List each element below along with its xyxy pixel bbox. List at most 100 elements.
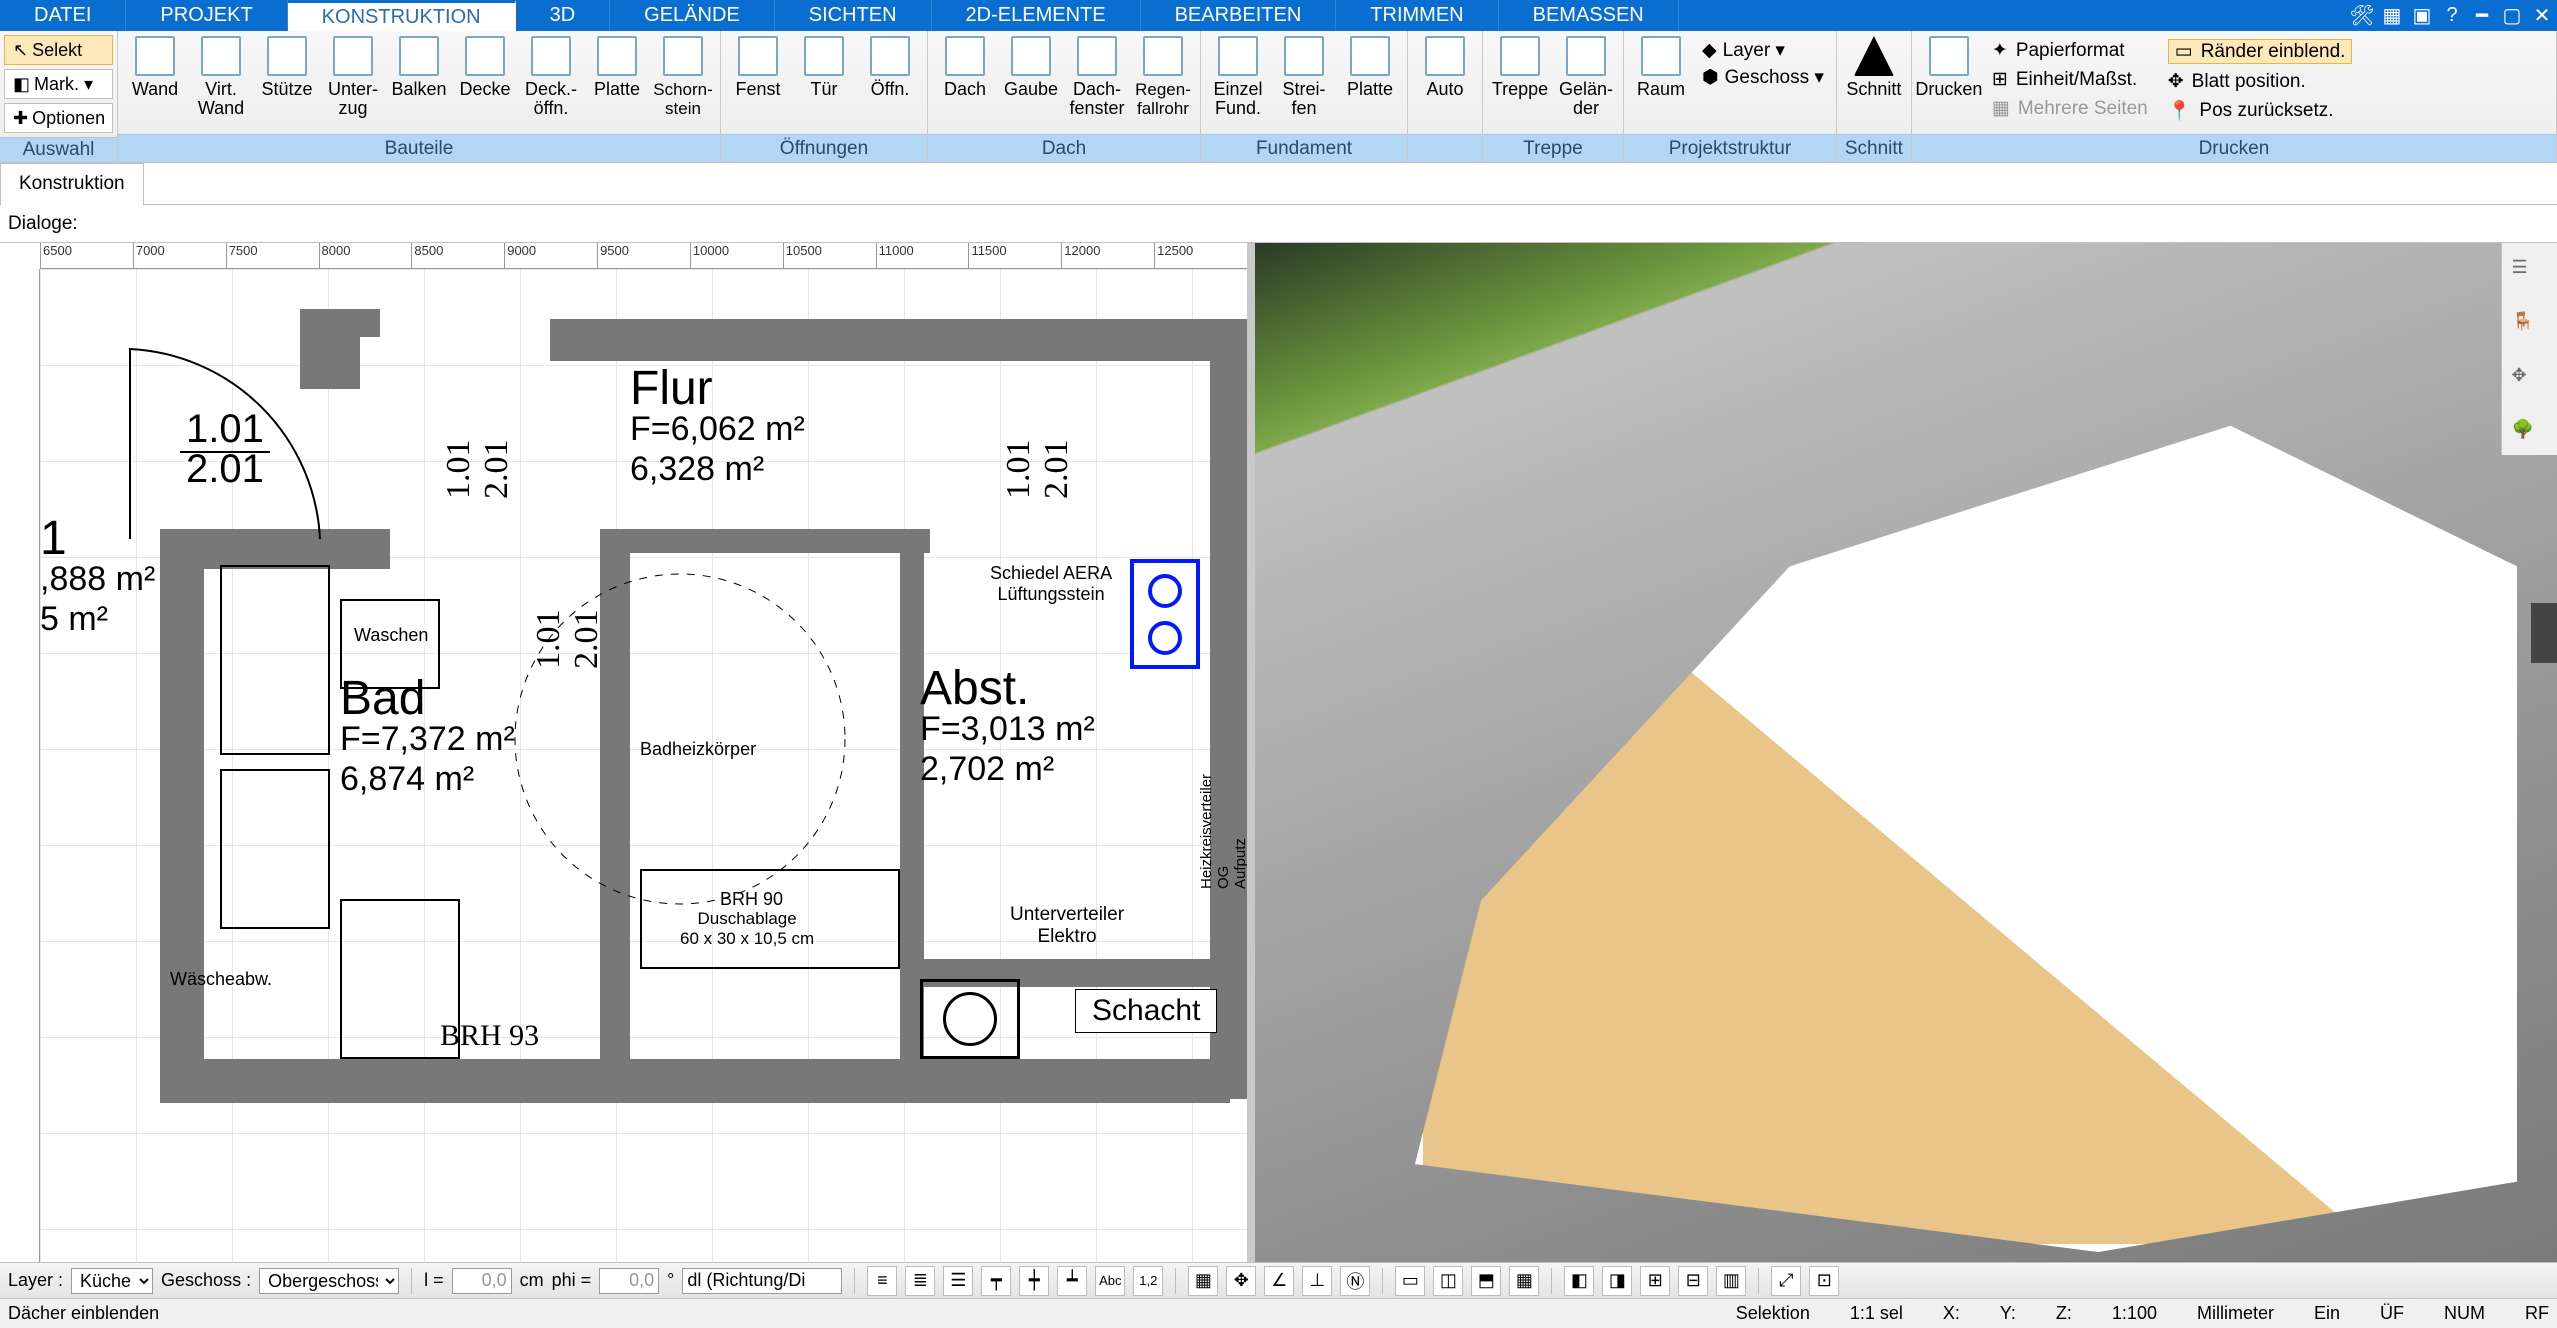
status-ratio: 1:1 sel [1850, 1303, 1903, 1324]
status-selektion: Selektion [1736, 1303, 1810, 1324]
maximize-icon[interactable]: ▢ [2497, 0, 2527, 31]
mode-4-icon[interactable]: ⊟ [1678, 1266, 1708, 1296]
zoom-extents-icon[interactable]: ⤢ [1771, 1266, 1801, 1296]
auto-button[interactable]: Auto [1412, 33, 1478, 133]
tab-projekt[interactable]: PROJEKT [126, 0, 287, 31]
mehrere-seiten-button[interactable]: ▦ Mehrere Seiten [1992, 97, 2148, 120]
gelaender-button[interactable]: Gelän- der [1553, 33, 1619, 133]
help-icon[interactable]: ? [2437, 0, 2467, 31]
tab-2d-elemente[interactable]: 2D-ELEMENTE [932, 0, 1141, 31]
bottom-toolbar: Layer : Küche Geschoss : Obergeschoss l … [0, 1262, 2557, 1298]
unterzug-button[interactable]: Unter- zug [320, 33, 386, 133]
phi-input[interactable] [599, 1268, 659, 1294]
platte-button[interactable]: Platte [584, 33, 650, 133]
status-z: Z: [2056, 1303, 2072, 1324]
treppe-button[interactable]: Treppe [1487, 33, 1553, 133]
geschoss-select[interactable]: Obergeschoss [259, 1268, 399, 1294]
platte2-button[interactable]: Platte [1337, 33, 1403, 133]
raum-button[interactable]: Raum [1628, 33, 1694, 133]
mode-1-icon[interactable]: ◧ [1564, 1266, 1594, 1296]
angle-icon[interactable]: ∠ [1264, 1266, 1294, 1296]
gaube-button[interactable]: Gaube [998, 33, 1064, 133]
move-icon[interactable]: ✥ [2512, 365, 2548, 401]
zoom-window-icon[interactable]: ⊡ [1809, 1266, 1839, 1296]
layout-icon[interactable]: ▦ [2377, 0, 2407, 31]
tree-icon[interactable]: 🌳 [2512, 419, 2548, 455]
virtwand-button[interactable]: Virt. Wand [188, 33, 254, 133]
layers-icon[interactable]: ☰ [2512, 257, 2548, 293]
selekt-button[interactable]: ↖ Selekt [4, 35, 113, 65]
room-bad-label: Bad F=7,372 m² 6,874 m² [340, 679, 515, 799]
view-split-h-icon[interactable]: ◫ [1433, 1266, 1463, 1296]
einheit-button[interactable]: ⊞ Einheit/Maßst. [1992, 68, 2148, 91]
regenfallrohr-button[interactable]: Regen- fallrohr [1130, 33, 1196, 133]
snap-icon[interactable]: ✥ [1226, 1266, 1256, 1296]
view-2d[interactable]: 650070007500 800085009000 95001000010500… [0, 243, 1255, 1262]
dl-input[interactable] [682, 1268, 842, 1294]
perp-icon[interactable]: ⊥ [1302, 1266, 1332, 1296]
circle-n-icon[interactable]: Ⓝ [1340, 1266, 1370, 1296]
mode-5-icon[interactable]: ▥ [1716, 1266, 1746, 1296]
oeffnung-button[interactable]: Öffn. [857, 33, 923, 133]
view-split-v-icon[interactable]: ⬒ [1471, 1266, 1501, 1296]
stuetze-button[interactable]: Stütze [254, 33, 320, 133]
view-single-icon[interactable]: ▭ [1395, 1266, 1425, 1296]
layer-select[interactable]: Küche [71, 1268, 153, 1294]
optionen-button[interactable]: ✚ Optionen [4, 103, 113, 133]
drucken-button[interactable]: Drucken [1916, 33, 1982, 133]
tab-trimmen[interactable]: TRIMMEN [1336, 0, 1498, 31]
raender-button[interactable]: ▭ Ränder einblend. [2168, 39, 2353, 64]
einzelfund-button[interactable]: Einzel Fund. [1205, 33, 1271, 133]
align-bot-icon[interactable]: ┷ [1057, 1266, 1087, 1296]
mode-2-icon[interactable]: ◨ [1602, 1266, 1632, 1296]
tab-konstruktion[interactable]: KONSTRUKTION [288, 0, 516, 31]
dach-button[interactable]: Dach [932, 33, 998, 133]
floorplan-canvas[interactable]: Flur F=6,062 m² 6,328 m² Bad F=7,372 m² … [40, 269, 1247, 1262]
schnitt-button[interactable]: Schnitt [1841, 33, 1907, 133]
papierformat-button[interactable]: ✦ Papierformat [1992, 39, 2148, 62]
blattpos-button[interactable]: ✥ Blatt position. [2168, 70, 2353, 93]
tab-bemassen[interactable]: BEMASSEN [1499, 0, 1679, 31]
view-quad-icon[interactable]: ▦ [1509, 1266, 1539, 1296]
l-input[interactable] [452, 1268, 512, 1294]
mode-3-icon[interactable]: ⊞ [1640, 1266, 1670, 1296]
schornstein-button[interactable]: Schorn- stein [650, 33, 716, 133]
status-hint: Dächer einblenden [8, 1303, 159, 1324]
decke-button[interactable]: Decke [452, 33, 518, 133]
tab-gelaende[interactable]: GELÄNDE [610, 0, 775, 31]
dim-icon[interactable]: 1,2 [1133, 1266, 1163, 1296]
expand-handle[interactable] [2531, 603, 2557, 663]
tuer-button[interactable]: Tür [791, 33, 857, 133]
align-left-icon[interactable]: ≡ [867, 1266, 897, 1296]
align-top-icon[interactable]: ┯ [981, 1266, 1011, 1296]
align-right-icon[interactable]: ☰ [943, 1266, 973, 1296]
mark-dropdown[interactable]: ◧ Mark. ▾ [4, 69, 113, 99]
geschoss-dropdown[interactable]: ⬢ Geschoss ▾ [1702, 66, 1824, 89]
tab-bearbeiten[interactable]: BEARBEITEN [1141, 0, 1337, 31]
furniture-icon[interactable]: 🪑 [2512, 311, 2548, 347]
close-icon[interactable]: ✕ [2527, 0, 2557, 31]
group-label-auswahl: Auswahl [0, 137, 117, 162]
fenster-button[interactable]: Fenst [725, 33, 791, 133]
tools-icon[interactable]: 🛠 [2347, 0, 2377, 31]
subtab-konstruktion[interactable]: Konstruktion [0, 163, 144, 205]
tab-sichten[interactable]: SICHTEN [775, 0, 932, 31]
text-abc-icon[interactable]: Abc [1095, 1266, 1125, 1296]
dachfenster-button[interactable]: Dach- fenster [1064, 33, 1130, 133]
minimize-icon[interactable]: ━ [2467, 0, 2497, 31]
balken-button[interactable]: Balken [386, 33, 452, 133]
streifen-button[interactable]: Strei- fen [1271, 33, 1337, 133]
layer-dropdown[interactable]: ◆ Layer ▾ [1702, 39, 1824, 62]
tab-3d[interactable]: 3D [516, 0, 611, 31]
grid-icon[interactable]: ▦ [1188, 1266, 1218, 1296]
view-3d[interactable]: ☰ 🪑 ✥ 🌳 [1255, 243, 2557, 1262]
align-mid-icon[interactable]: ┿ [1019, 1266, 1049, 1296]
group-projektstruktur: Raum ◆ Layer ▾ ⬢ Geschoss ▾ Projektstruk… [1624, 31, 1837, 162]
group-label-oeffnungen: Öffnungen [721, 134, 927, 162]
wand-button[interactable]: Wand [122, 33, 188, 133]
deckoeffn-button[interactable]: Deck.- öffn. [518, 33, 584, 133]
align-center-icon[interactable]: ≣ [905, 1266, 935, 1296]
settings-icon[interactable]: ▣ [2407, 0, 2437, 31]
tab-datei[interactable]: DATEI [0, 0, 126, 31]
poszur-button[interactable]: 📍 Pos zurücksetz. [2168, 99, 2353, 123]
